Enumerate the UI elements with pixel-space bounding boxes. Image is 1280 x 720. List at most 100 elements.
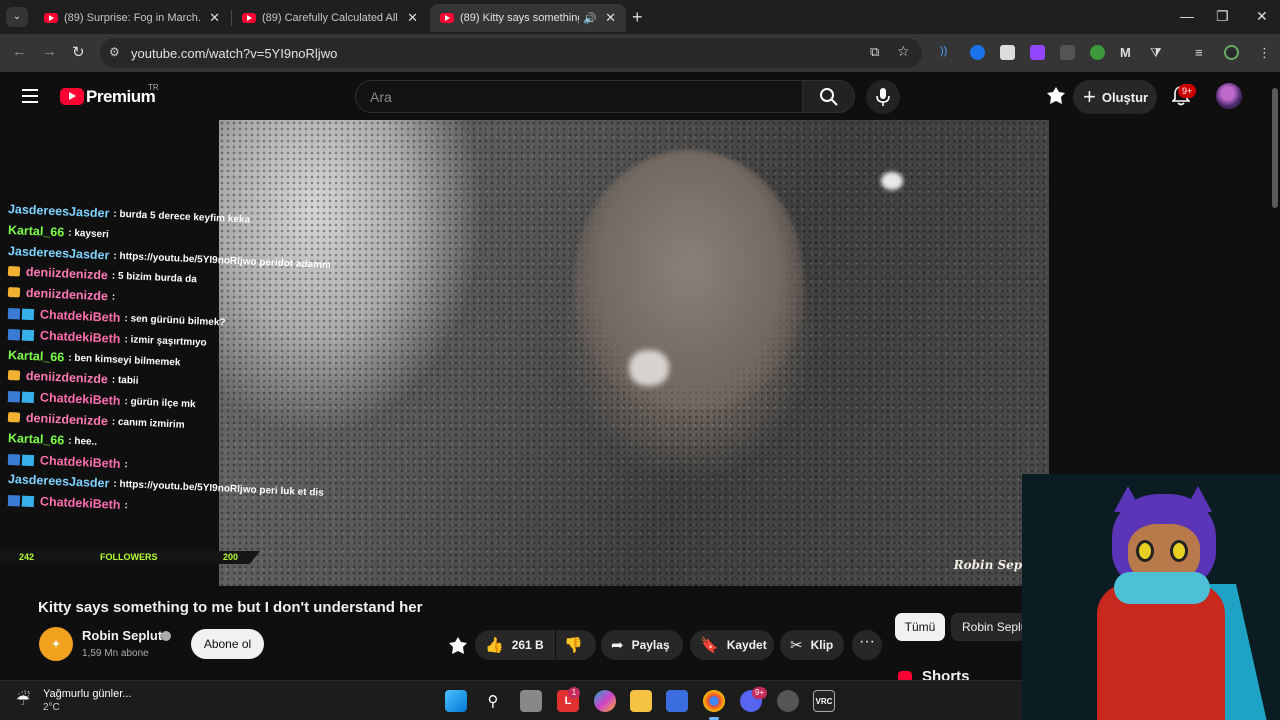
back-icon[interactable]: ← xyxy=(12,43,27,60)
search-button[interactable] xyxy=(802,80,855,113)
crown-badge-icon xyxy=(7,412,21,423)
thumbs-down-icon: 👎 xyxy=(564,637,583,654)
taskbar-search-icon[interactable]: ⚲ xyxy=(482,690,504,712)
youtube-logo-icon[interactable] xyxy=(60,88,84,105)
scrollbar-thumb[interactable] xyxy=(1272,88,1278,208)
tab-title: (89) Carefully Calculated All The xyxy=(262,12,399,24)
vtuber-right-eye xyxy=(1170,540,1188,562)
chat-text: : kayseri xyxy=(67,226,110,240)
premium-features-icon[interactable] xyxy=(448,636,468,661)
weather-description[interactable]: Yağmurlu günler... xyxy=(43,688,131,700)
chat-username: ChatdekiBeth xyxy=(39,390,121,409)
like-button[interactable]: 👍 261 B xyxy=(475,630,555,660)
weather-temperature[interactable]: 2°C xyxy=(43,702,60,713)
vtuber-scarf xyxy=(1114,572,1210,604)
steam-icon[interactable] xyxy=(777,690,799,712)
chip-all[interactable]: Tümü xyxy=(895,613,945,641)
extension-m-icon[interactable]: M xyxy=(1120,45,1135,60)
tab-close-icon[interactable]: ✕ xyxy=(209,10,220,26)
channel-avatar[interactable]: ✦ xyxy=(39,627,73,661)
file-explorer-icon[interactable] xyxy=(630,690,652,712)
site-info-icon[interactable]: ⚙ xyxy=(109,45,120,59)
browser-tab-1[interactable]: (89) Surprise: Fog in March. Lou ✕ xyxy=(34,4,230,32)
video-player[interactable]: Robin Seplut xyxy=(219,120,1049,586)
subscribe-button[interactable]: Abone ol xyxy=(191,629,264,659)
account-avatar[interactable] xyxy=(1216,83,1242,109)
browser-toolbar: ← → ↻ ⚙ youtube.com/watch?v=5YI9noRljwo … xyxy=(0,34,1280,72)
chat-message: ChatdekiBeth: xyxy=(8,493,128,513)
vrchat-icon[interactable]: VRC xyxy=(813,690,835,712)
copilot-icon[interactable] xyxy=(594,690,616,712)
chat-username: JasdereesJasder xyxy=(7,472,110,491)
search-box[interactable] xyxy=(355,80,803,113)
bookmark-star-icon[interactable]: ☆ xyxy=(897,43,910,60)
new-tab-button[interactable]: + xyxy=(632,7,643,28)
search-input[interactable] xyxy=(370,89,790,105)
bot-badge-icon xyxy=(8,308,34,320)
browser-tab-3-active[interactable]: (89) Kitty says something to 🔊 ✕ xyxy=(430,4,626,32)
profile-icon[interactable] xyxy=(1224,45,1239,60)
chat-text: : xyxy=(111,291,116,303)
reading-list-icon[interactable]: ≡ xyxy=(1195,45,1210,60)
weather-rain-icon[interactable]: ☔ xyxy=(16,690,30,710)
tab-close-icon[interactable]: ✕ xyxy=(605,10,616,26)
youtube-premium-brand[interactable]: Premium xyxy=(86,87,156,107)
chip-channel[interactable]: Robin Seplut xyxy=(951,613,1031,641)
crown-badge-icon xyxy=(7,287,21,298)
chrome-icon[interactable] xyxy=(703,690,725,712)
save-button[interactable]: 🔖 Kaydet xyxy=(690,630,774,660)
task-view-icon[interactable] xyxy=(520,690,542,712)
extension-shazam-icon[interactable] xyxy=(970,45,985,60)
cast-icon[interactable]: ⧉ xyxy=(870,44,879,60)
windows-start-icon[interactable] xyxy=(445,690,467,712)
dislike-button[interactable]: 👎 xyxy=(556,630,596,660)
extension-glasses-icon[interactable] xyxy=(1060,45,1075,60)
bot-badge-icon xyxy=(8,391,34,403)
microsoft-store-icon[interactable] xyxy=(666,690,688,712)
browser-menu-icon[interactable]: ⋮ xyxy=(1258,45,1273,60)
menu-hamburger-icon[interactable] xyxy=(22,89,38,103)
reload-icon[interactable]: ↻ xyxy=(72,43,85,61)
vtuber-red-coat xyxy=(1097,584,1225,720)
browser-tab-2[interactable]: (89) Carefully Calculated All The ✕ xyxy=(232,4,428,32)
vtuber-right-ear xyxy=(1184,486,1212,512)
chat-username: deniizdenizde xyxy=(25,265,109,283)
chat-text: : xyxy=(124,458,129,470)
search-icon xyxy=(820,88,838,106)
window-close-icon[interactable]: ✕ xyxy=(1256,8,1268,25)
clip-button[interactable]: ✂ Klip xyxy=(780,630,844,660)
address-bar[interactable]: ⚙ youtube.com/watch?v=5YI9noRljwo ⧉ ☆ xyxy=(100,38,922,68)
extension-twitch-icon[interactable] xyxy=(1030,45,1045,60)
youtube-favicon-icon xyxy=(440,13,454,23)
restore-icon[interactable]: ❐ xyxy=(1216,8,1229,25)
tab-search-button[interactable]: ⌄ xyxy=(6,7,28,27)
vtuber-avatar-overlay xyxy=(1022,474,1280,720)
premium-gift-icon[interactable] xyxy=(1046,86,1066,111)
bot-badge-icon xyxy=(8,453,34,465)
microphone-icon xyxy=(876,88,890,106)
channel-name[interactable]: Robin Seplut xyxy=(82,628,162,643)
chat-message: deniizdenizde: xyxy=(7,285,116,304)
more-actions-button[interactable]: ··· xyxy=(852,630,882,660)
voice-search-button[interactable] xyxy=(866,80,900,114)
tab-title: (89) Kitty says something to xyxy=(460,12,580,24)
extensions-puzzle-icon[interactable]: ⧩ xyxy=(1150,45,1165,60)
create-button[interactable]: + Oluştur xyxy=(1073,80,1157,114)
audio-playing-icon[interactable]: 🔊 xyxy=(583,12,597,25)
share-button[interactable]: ➦ Paylaş xyxy=(601,630,683,660)
tab-title: (89) Surprise: Fog in March. Lou xyxy=(64,12,201,24)
extension-window-icon[interactable] xyxy=(1000,45,1015,60)
youtube-favicon-icon xyxy=(242,13,256,23)
chat-text: : tabii xyxy=(111,374,139,387)
minimize-icon[interactable]: — xyxy=(1180,8,1194,24)
share-label: Paylaş xyxy=(631,638,670,652)
extension-globe-icon[interactable] xyxy=(1090,45,1105,60)
tab-close-icon[interactable]: ✕ xyxy=(407,10,418,26)
chat-username: deniizdenizde xyxy=(25,369,109,387)
extension-audio-icon[interactable]: )) xyxy=(940,45,955,60)
chat-username: Kartal_66 xyxy=(7,430,65,448)
chat-text: : 5 bizim burda da xyxy=(111,270,198,286)
forward-icon[interactable]: → xyxy=(42,43,57,60)
video-frame-cat-muzzle xyxy=(629,350,669,386)
followers-goal: 200 xyxy=(223,552,239,562)
